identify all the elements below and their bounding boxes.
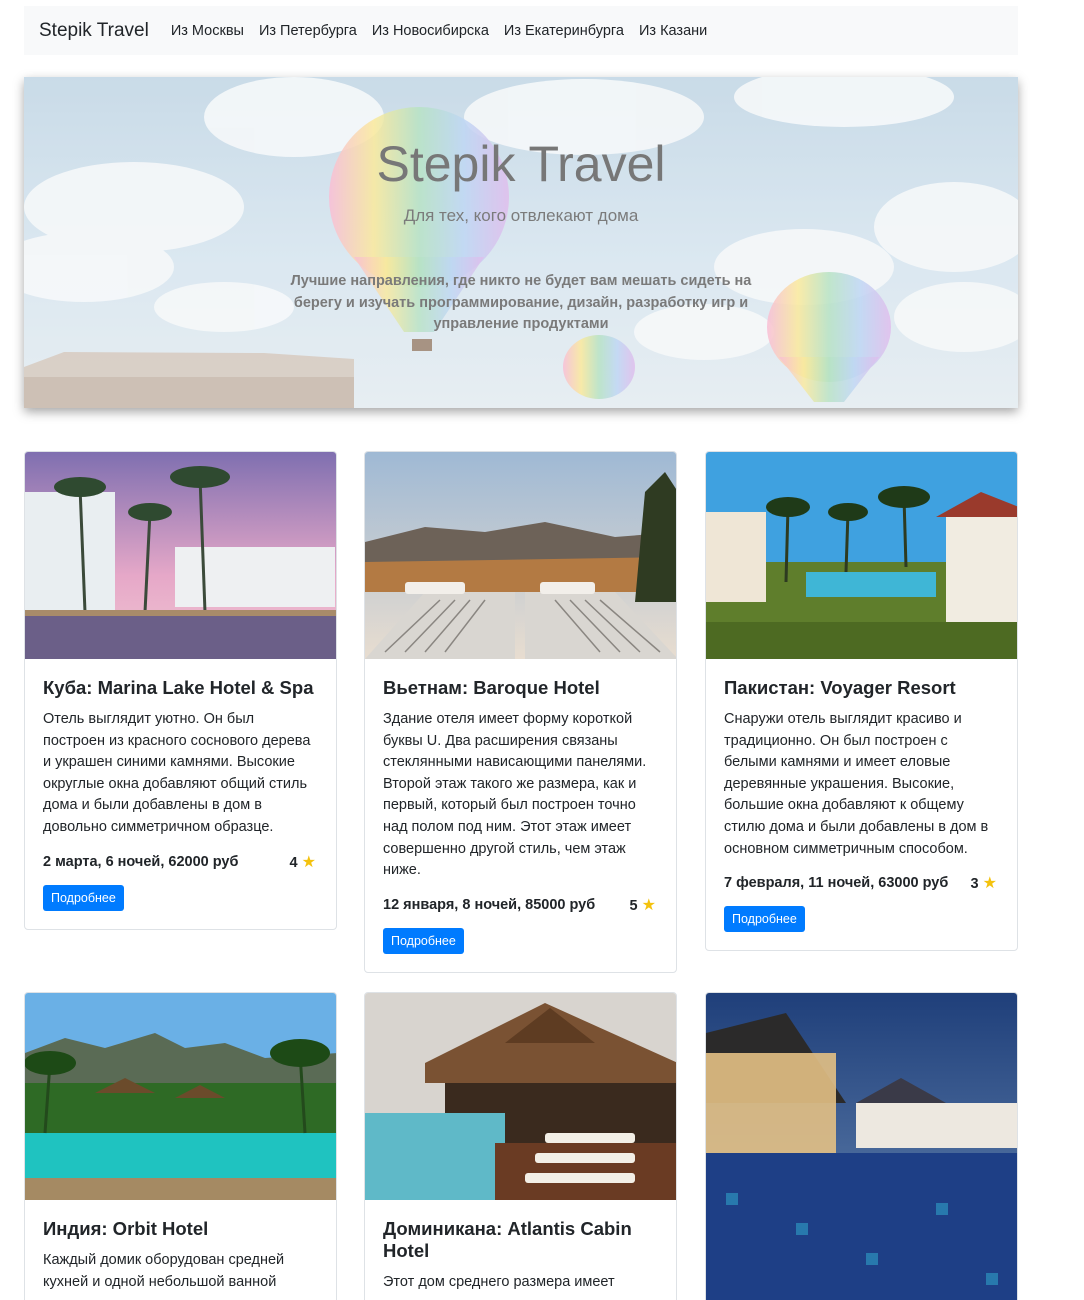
tour-card-dominicana: Доминикана: Atlantis Cabin Hotel Этот до…: [364, 992, 677, 1300]
tour-image-cuba: [25, 452, 336, 659]
hero-jumbotron: Stepik Travel Для тех, кого отвлекают до…: [24, 77, 1018, 408]
details-button[interactable]: Подробнее: [43, 884, 124, 911]
tour-title: Вьетнам: Baroque Hotel: [383, 677, 600, 698]
tour-rating: 3 ★: [971, 873, 997, 893]
tour-info: 12 января, 8 ночей, 85000 руб: [383, 896, 596, 913]
star-icon: ★: [301, 853, 316, 871]
tour-image-dominicana: [365, 993, 676, 1200]
hero-title: Stepik Travel: [376, 136, 666, 192]
details-button[interactable]: Подробнее: [383, 927, 464, 954]
tour-description: Отель выглядит уютно. Он был построен из…: [43, 711, 311, 835]
navbar: Stepik Travel Из Москвы Из Петербурга Из…: [24, 6, 1018, 55]
tour-card-6: [705, 992, 1018, 1300]
tour-card-cuba: Куба: Marina Lake Hotel & Spa Отель выгл…: [24, 451, 337, 930]
tour-meta: 12 января, 8 ночей, 85000 руб 5 ★: [383, 895, 658, 915]
nav-link-petersburg[interactable]: Из Петербурга: [259, 23, 357, 39]
tour-title: Пакистан: Voyager Resort: [724, 677, 956, 698]
hero-lead-text: Лучшие направления, где никто не будет в…: [290, 273, 752, 332]
tour-meta: 2 марта, 6 ночей, 62000 руб 4 ★: [43, 852, 318, 872]
star-icon: ★: [641, 896, 656, 914]
tour-info: 2 марта, 6 ночей, 62000 руб: [43, 853, 239, 870]
tour-image-india: [25, 993, 336, 1200]
hero-subtitle: Для тех, кого отвлекают дома: [403, 206, 639, 225]
tour-image-vietnam: [365, 452, 676, 659]
rating-value: 3: [970, 876, 979, 893]
tour-info: 7 февраля, 11 ночей, 63000 руб: [724, 875, 949, 892]
nav-link-moscow[interactable]: Из Москвы: [171, 23, 244, 39]
nav-link-novosibirsk[interactable]: Из Новосибирска: [372, 23, 489, 39]
tour-description: Здание отеля имеет форму короткой буквы …: [383, 711, 647, 879]
tour-card-pakistan: Пакистан: Voyager Resort Снаружи отель в…: [705, 451, 1018, 952]
tour-card-vietnam: Вьетнам: Baroque Hotel Здание отеля имее…: [364, 451, 677, 973]
tour-title: Куба: Marina Lake Hotel & Spa: [43, 677, 314, 698]
tour-title: Индия: Orbit Hotel: [43, 1218, 209, 1239]
tour-title: Доминикана: Atlantis Cabin Hotel: [383, 1218, 632, 1261]
details-button[interactable]: Подробнее: [724, 906, 805, 933]
tour-description: Каждый домик оборудован средней кухней и…: [43, 1252, 285, 1290]
navbar-brand[interactable]: Stepik Travel: [39, 20, 149, 42]
tour-image-pakistan: [706, 452, 1017, 659]
tour-description: Снаружи отель выглядит красиво и традици…: [724, 711, 989, 857]
tour-description: Этот дом среднего размера имеет: [383, 1274, 615, 1290]
hero-overlay: [24, 77, 1018, 408]
star-icon: ★: [982, 875, 997, 893]
tour-meta: 7 февраля, 11 ночей, 63000 руб 3 ★: [724, 873, 999, 893]
tour-card-india: Индия: Orbit Hotel Каждый домик оборудов…: [24, 992, 337, 1300]
rating-value: 4: [289, 854, 298, 871]
tour-image-resort-pool: [706, 993, 1017, 1300]
tour-rating: 5 ★: [630, 895, 656, 915]
tour-rating: 4 ★: [290, 852, 316, 872]
nav-link-ekaterinburg[interactable]: Из Екатеринбурга: [504, 23, 624, 39]
nav-link-kazan[interactable]: Из Казани: [639, 23, 707, 39]
rating-value: 5: [629, 897, 638, 914]
